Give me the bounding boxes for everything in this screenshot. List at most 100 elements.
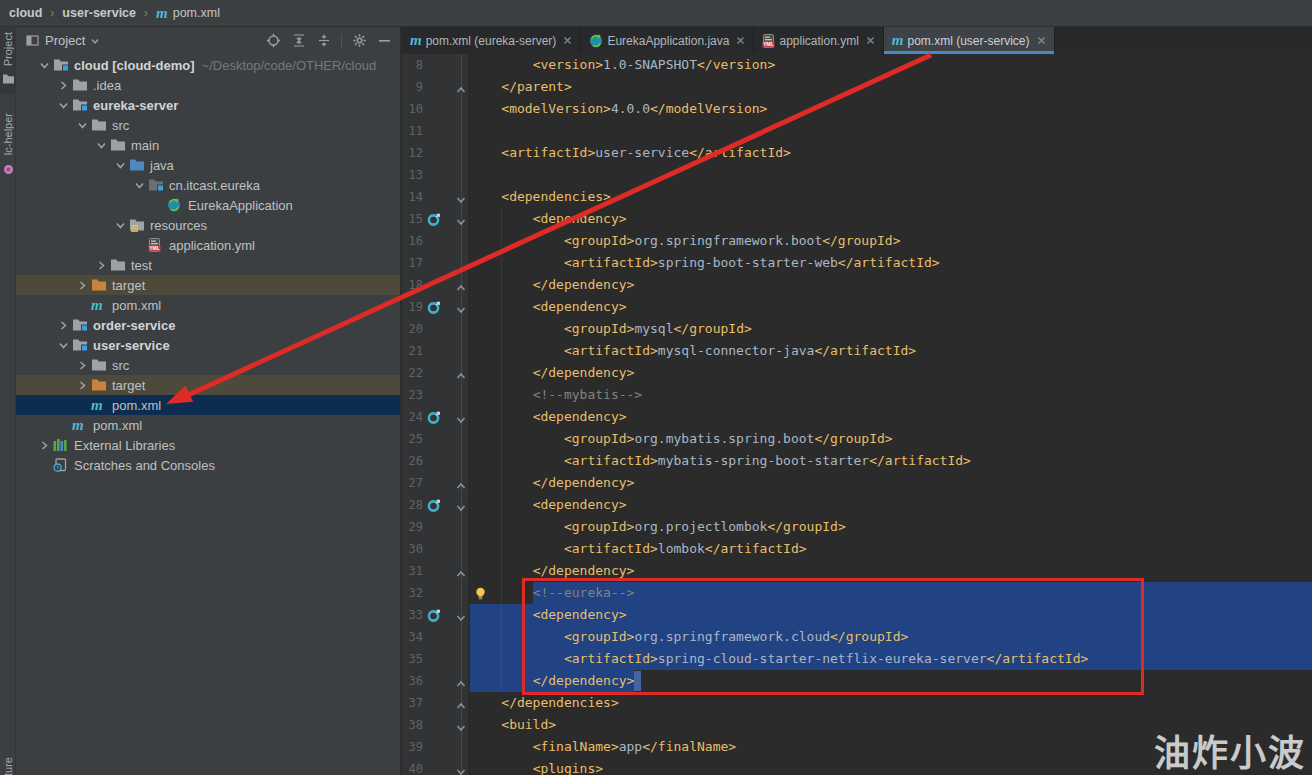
fold-marker[interactable] — [455, 81, 467, 93]
fold-marker[interactable] — [455, 279, 467, 291]
expand-all-button[interactable] — [291, 33, 306, 48]
code-line[interactable]: 37 </dependencies> — [402, 692, 1312, 714]
code-line[interactable]: 30 <artifactId>lombok</artifactId> — [402, 538, 1312, 560]
code-line[interactable]: 26 <artifactId>mybatis-spring-boot-start… — [402, 450, 1312, 472]
maven-dependency-icon[interactable] — [427, 498, 441, 512]
code-line[interactable]: 12 <artifactId>user-service</artifactId> — [402, 142, 1312, 164]
tree-row[interactable]: mpom.xml — [16, 295, 400, 315]
tree-row[interactable]: test — [16, 255, 400, 275]
editor-tab[interactable]: YMLapplication.yml — [754, 27, 883, 54]
settings-button[interactable] — [352, 33, 367, 48]
project-panel-title[interactable]: Project — [45, 33, 85, 48]
tab-close-button[interactable] — [736, 36, 745, 45]
tree-row[interactable]: target — [16, 375, 400, 395]
tab-close-button[interactable] — [1037, 36, 1046, 45]
editor-tab[interactable]: EurekaApplication.java — [581, 27, 754, 54]
fold-marker[interactable] — [455, 565, 467, 577]
fold-marker[interactable] — [455, 411, 467, 423]
tree-row[interactable]: target — [16, 275, 400, 295]
chevron-down-icon[interactable] — [74, 115, 91, 135]
hide-panel-button[interactable] — [377, 33, 392, 48]
tree-row[interactable]: YMLapplication.yml — [16, 235, 400, 255]
chevron-down-icon[interactable] — [131, 175, 148, 195]
code-line[interactable]: 10 <modelVersion>4.0.0</modelVersion> — [402, 98, 1312, 120]
stripe-structure-button[interactable]: Structure — [0, 752, 16, 775]
fold-marker[interactable] — [455, 477, 467, 489]
code-line[interactable]: 23 <!--mybatis--> — [402, 384, 1312, 406]
tree-row[interactable]: Scratches and Consoles — [16, 455, 400, 475]
fold-marker[interactable] — [455, 499, 467, 511]
fold-marker[interactable] — [455, 697, 467, 709]
maven-dependency-icon[interactable] — [427, 212, 441, 226]
editor-tab[interactable]: mpom.xml (user-service) — [884, 27, 1055, 54]
fold-marker[interactable] — [455, 191, 467, 203]
breadcrumb-item[interactable]: pom.xml — [173, 6, 220, 20]
stripe-lc-helper-button[interactable]: lc-helper — [0, 108, 16, 184]
maven-dependency-icon[interactable] — [427, 410, 441, 424]
code-line[interactable]: 17 <artifactId>spring-boot-starter-web</… — [402, 252, 1312, 274]
dropdown-caret-icon[interactable] — [90, 36, 100, 46]
code-line[interactable]: 8 <version>1.0-SNAPSHOT</version> — [402, 54, 1312, 76]
chevron-down-icon[interactable] — [55, 95, 72, 115]
fold-marker[interactable] — [455, 367, 467, 379]
chevron-right-icon[interactable] — [74, 355, 91, 375]
code-line[interactable]: 16 <groupId>org.springframework.boot</gr… — [402, 230, 1312, 252]
chevron-right-icon[interactable] — [36, 435, 53, 455]
code-line[interactable]: 20 <groupId>mysql</groupId> — [402, 318, 1312, 340]
code-line[interactable]: 11 — [402, 120, 1312, 142]
chevron-down-icon[interactable] — [36, 55, 53, 75]
locate-button[interactable] — [266, 33, 281, 48]
fold-marker[interactable] — [455, 675, 467, 687]
code-line[interactable]: 18 </dependency> — [402, 274, 1312, 296]
collapse-all-button[interactable] — [316, 33, 331, 48]
code-line[interactable]: 9 </parent> — [402, 76, 1312, 98]
tree-row[interactable]: order-service — [16, 315, 400, 335]
tree-row[interactable]: main — [16, 135, 400, 155]
chevron-down-icon[interactable] — [112, 215, 129, 235]
code-line[interactable]: 19 <dependency> — [402, 296, 1312, 318]
code-line[interactable]: 27 </dependency> — [402, 472, 1312, 494]
tree-row[interactable]: src — [16, 115, 400, 135]
tree-row[interactable]: EurekaApplication — [16, 195, 400, 215]
chevron-down-icon[interactable] — [93, 135, 110, 155]
chevron-right-icon[interactable] — [55, 75, 72, 95]
fold-marker[interactable] — [455, 719, 467, 731]
code-line[interactable]: 21 <artifactId>mysql-connector-java</art… — [402, 340, 1312, 362]
tree-row[interactable]: user-service — [16, 335, 400, 355]
chevron-right-icon[interactable] — [55, 315, 72, 335]
code-line[interactable]: 25 <groupId>org.mybatis.spring.boot</gro… — [402, 428, 1312, 450]
chevron-right-icon[interactable] — [93, 255, 110, 275]
breadcrumb-item[interactable]: user-service — [62, 6, 136, 20]
tree-row[interactable]: cn.itcast.eureka — [16, 175, 400, 195]
chevron-down-icon[interactable] — [112, 155, 129, 175]
code-line[interactable]: 15 <dependency> — [402, 208, 1312, 230]
tab-close-button[interactable] — [866, 36, 875, 45]
code-line[interactable]: 24 <dependency> — [402, 406, 1312, 428]
tree-row[interactable]: cloud [cloud-demo]~/Desktop/code/OTHER/c… — [16, 55, 400, 75]
chevron-right-icon[interactable] — [74, 275, 91, 295]
maven-dependency-icon[interactable] — [427, 300, 441, 314]
fold-marker[interactable] — [455, 763, 467, 775]
code-line[interactable]: 14 <dependencies> — [402, 186, 1312, 208]
tree-row[interactable]: resources — [16, 215, 400, 235]
editor-tab[interactable]: mpom.xml (eureka-server) — [402, 27, 581, 54]
breadcrumb-item[interactable]: cloud — [9, 6, 42, 20]
tree-row[interactable]: src — [16, 355, 400, 375]
code-line[interactable]: 13 — [402, 164, 1312, 186]
code-line[interactable]: 29 <groupId>org.projectlombok</groupId> — [402, 516, 1312, 538]
tab-close-button[interactable] — [563, 36, 572, 45]
fold-marker[interactable] — [455, 301, 467, 313]
chevron-right-icon[interactable] — [74, 375, 91, 395]
stripe-project-button[interactable]: Project — [0, 27, 16, 94]
fold-marker[interactable] — [455, 213, 467, 225]
tree-row[interactable]: mpom.xml — [16, 415, 400, 435]
chevron-down-icon[interactable] — [55, 335, 72, 355]
tree-row[interactable]: mpom.xml — [16, 395, 400, 415]
maven-dependency-icon[interactable] — [427, 608, 441, 622]
code-line[interactable]: 28 <dependency> — [402, 494, 1312, 516]
tree-row[interactable]: eureka-server — [16, 95, 400, 115]
tree-row[interactable]: java — [16, 155, 400, 175]
tree-row[interactable]: .idea — [16, 75, 400, 95]
fold-marker[interactable] — [455, 609, 467, 621]
tree-row[interactable]: External Libraries — [16, 435, 400, 455]
